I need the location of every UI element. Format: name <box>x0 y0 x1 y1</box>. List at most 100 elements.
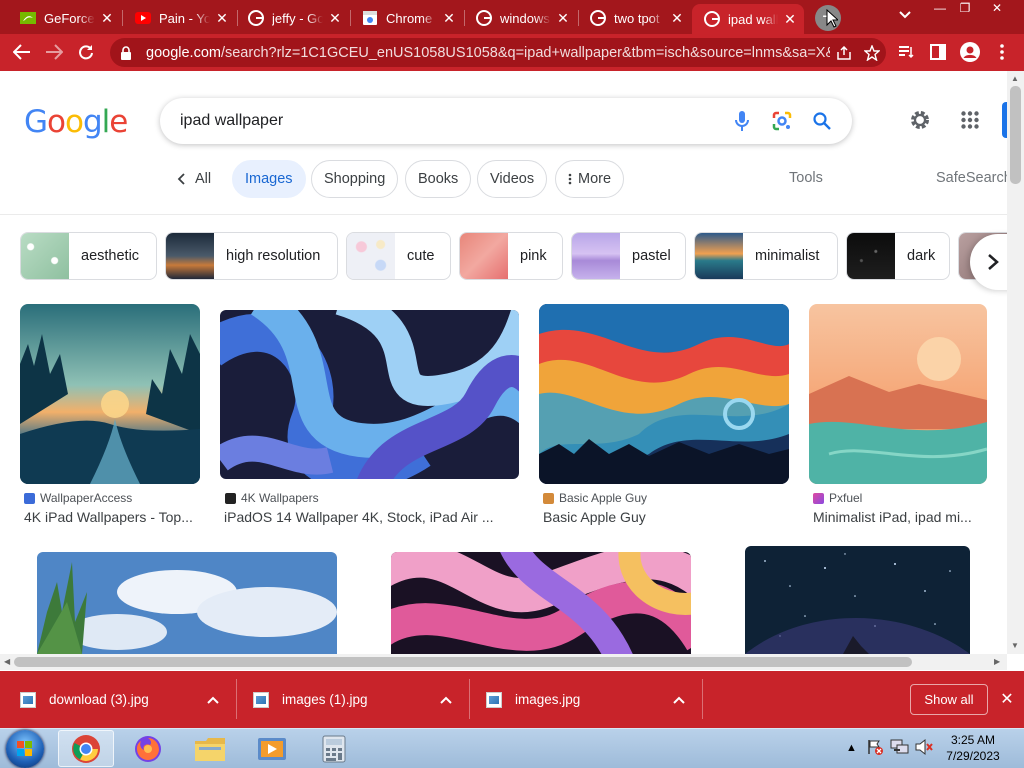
kebab-menu-icon[interactable] <box>988 38 1016 66</box>
share-icon[interactable] <box>830 39 858 67</box>
tab-windows[interactable]: windows ✕ <box>464 4 577 32</box>
system-clock[interactable]: 3:25 AM 7/29/2023 <box>936 732 1010 764</box>
network-icon[interactable] <box>890 738 910 759</box>
tab-jeffy[interactable]: jeffy - Go ✕ <box>236 4 349 32</box>
refinement-chip-aesthetic[interactable]: aesthetic <box>20 232 157 280</box>
tab-videos[interactable]: Videos <box>477 160 548 198</box>
bookmark-star-icon[interactable] <box>858 39 886 67</box>
google-icon <box>590 10 606 26</box>
close-tab-icon[interactable]: ✕ <box>782 11 798 27</box>
refinement-chip-high-resolution[interactable]: high resolution <box>165 232 338 280</box>
scroll-right-arrow-icon[interactable]: ▶ <box>994 657 1000 666</box>
result-title[interactable]: iPadOS 14 Wallpaper 4K, Stock, iPad Air … <box>224 509 494 525</box>
tools-button[interactable]: Tools <box>789 170 823 186</box>
settings-gear-icon[interactable] <box>904 104 936 136</box>
scroll-up-arrow-icon[interactable]: ▲ <box>1011 74 1019 83</box>
refinement-chip-pink[interactable]: pink <box>459 232 563 280</box>
url-text[interactable]: google.com/search?rlz=1C1GCEU_enUS1058US… <box>146 45 830 61</box>
address-bar[interactable]: google.com/search?rlz=1C1GCEU_enUS1058US… <box>110 38 886 67</box>
download-item[interactable]: images.jpg <box>486 671 696 728</box>
close-downloads-bar-icon[interactable]: ✕ <box>998 689 1016 709</box>
taskbar-media-player[interactable] <box>244 730 300 767</box>
tab-ipad-wallpaper[interactable]: ipad wall ✕ <box>692 4 804 34</box>
result-thumbnail[interactable] <box>20 304 200 484</box>
back-arrow-icon[interactable] <box>8 38 36 66</box>
taskbar-chrome[interactable] <box>58 730 114 767</box>
tab-geforce[interactable]: GeForce ✕ <box>8 4 121 32</box>
horizontal-scroll-thumb[interactable] <box>14 657 912 667</box>
result-title[interactable]: Minimalist iPad, ipad mi... <box>813 509 972 525</box>
close-tab-icon[interactable]: ✕ <box>669 10 685 26</box>
tab-all-label: All <box>195 171 212 187</box>
lock-icon[interactable] <box>120 45 134 60</box>
tab-chrome[interactable]: Chrome ✕ <box>350 4 463 32</box>
search-input[interactable]: ipad wallpaper <box>180 112 722 130</box>
refinement-chip-pastel[interactable]: pastel <box>571 232 686 280</box>
download-filename: download (3).jpg <box>49 692 149 707</box>
tab-shopping[interactable]: Shopping <box>311 160 399 198</box>
result-thumbnail[interactable] <box>220 310 519 479</box>
side-panel-icon[interactable] <box>924 38 952 66</box>
google-apps-grid-icon[interactable] <box>954 104 986 136</box>
close-tab-icon[interactable]: ✕ <box>441 10 457 26</box>
close-tab-icon[interactable]: ✕ <box>327 10 343 26</box>
tab-two-tpot[interactable]: two tpot ✕ <box>578 4 691 32</box>
close-tab-icon[interactable]: ✕ <box>99 10 115 26</box>
tab-books[interactable]: Books <box>405 160 472 198</box>
reload-icon[interactable] <box>72 38 100 66</box>
result-source[interactable]: Basic Apple Guy <box>543 491 647 505</box>
chevron-up-icon[interactable] <box>207 693 219 707</box>
close-tab-icon[interactable]: ✕ <box>214 10 230 26</box>
google-lens-icon[interactable] <box>762 101 802 141</box>
profile-avatar-icon[interactable] <box>956 38 984 66</box>
refinement-chip-cute[interactable]: cute <box>346 232 451 280</box>
search-magnifier-icon[interactable] <box>802 101 842 141</box>
tab-youtube[interactable]: Pain - You ✕ <box>123 4 236 32</box>
result-thumbnail[interactable] <box>539 304 789 484</box>
minimize-button[interactable]: — <box>927 0 953 18</box>
result-thumbnail[interactable] <box>745 546 970 654</box>
result-source[interactable]: WallpaperAccess <box>24 491 132 505</box>
tab-videos-label: Videos <box>490 171 535 187</box>
show-hidden-icons-chevron-icon[interactable]: ▲ <box>846 742 857 754</box>
download-item[interactable]: download (3).jpg <box>20 671 230 728</box>
vertical-scroll-thumb[interactable] <box>1010 86 1021 184</box>
show-all-downloads-button[interactable]: Show all <box>910 684 988 715</box>
result-source[interactable]: Pxfuel <box>813 491 862 505</box>
taskbar-firefox[interactable] <box>120 730 176 767</box>
google-icon <box>704 11 720 27</box>
result-thumbnail[interactable] <box>809 304 987 484</box>
taskbar-calculator[interactable] <box>306 730 362 767</box>
download-item[interactable]: images (1).jpg <box>253 671 463 728</box>
google-logo[interactable]: Google <box>24 104 128 140</box>
refinement-chip-minimalist[interactable]: minimalist <box>694 232 838 280</box>
windows-start-button[interactable] <box>6 730 44 768</box>
reading-list-icon[interactable] <box>892 38 920 66</box>
result-title[interactable]: 4K iPad Wallpapers - Top... <box>24 509 193 525</box>
close-window-button[interactable]: ✕ <box>984 0 1010 18</box>
tab-search-chevron-icon[interactable] <box>896 8 914 26</box>
scroll-left-arrow-icon[interactable]: ◀ <box>4 657 10 666</box>
tab-images[interactable]: Images <box>232 160 306 198</box>
refinement-chip-dark[interactable]: dark <box>846 232 950 280</box>
result-source-label: 4K Wallpapers <box>241 491 319 505</box>
search-box[interactable]: ipad wallpaper <box>160 98 852 144</box>
action-center-flag-icon[interactable] <box>866 738 884 759</box>
restore-button[interactable]: ❐ <box>952 0 978 18</box>
result-thumbnail[interactable] <box>391 552 691 654</box>
result-thumbnail[interactable] <box>37 552 337 654</box>
scroll-down-arrow-icon[interactable]: ▼ <box>1011 641 1019 650</box>
result-source-label: Basic Apple Guy <box>559 491 648 505</box>
more-button[interactable]: More <box>555 160 625 198</box>
back-to-all-button[interactable]: All <box>164 160 225 198</box>
result-source[interactable]: 4K Wallpapers <box>225 491 319 505</box>
result-title[interactable]: Basic Apple Guy <box>543 509 646 525</box>
chevron-up-icon[interactable] <box>673 693 685 707</box>
voice-search-mic-icon[interactable] <box>722 101 762 141</box>
close-tab-icon[interactable]: ✕ <box>555 10 571 26</box>
safesearch-button[interactable]: SafeSearch <box>936 170 1012 186</box>
forward-arrow-icon[interactable] <box>40 38 68 66</box>
chevron-up-icon[interactable] <box>440 693 452 707</box>
taskbar-file-explorer[interactable] <box>182 730 238 767</box>
volume-muted-icon[interactable] <box>914 738 934 759</box>
